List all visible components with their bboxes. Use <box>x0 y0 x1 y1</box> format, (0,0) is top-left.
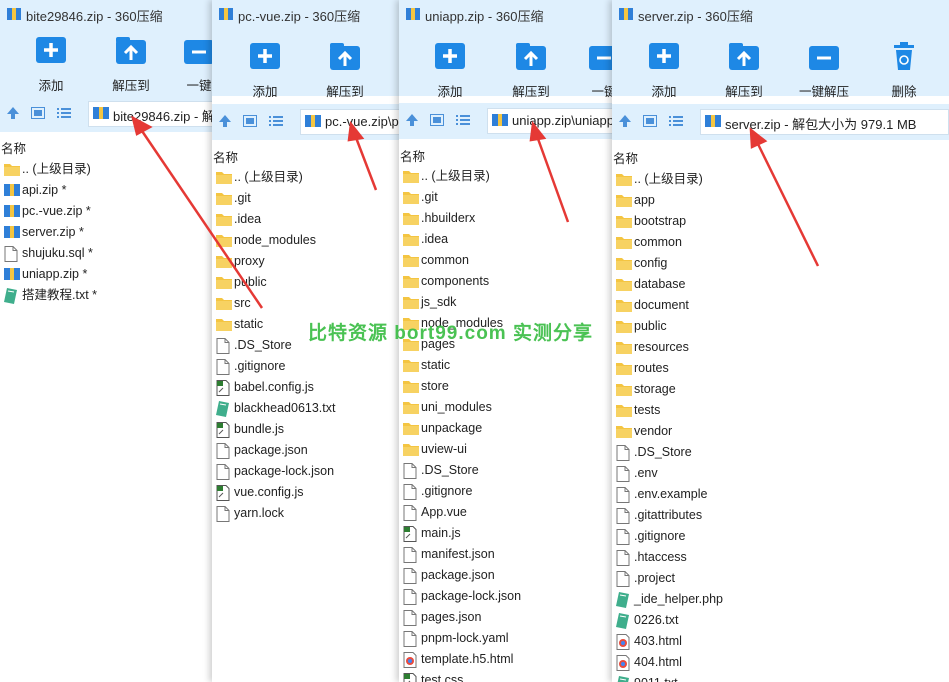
annotation-arrowhead <box>529 120 547 142</box>
annotation-arrow <box>138 127 264 309</box>
annotation-arrow <box>755 141 820 267</box>
annotation-arrow <box>353 134 378 191</box>
annotation-arrow <box>535 135 570 223</box>
annotation-arrowhead <box>749 127 768 149</box>
annotation-arrows <box>131 115 820 309</box>
annotation-arrowhead <box>131 115 153 136</box>
annotation-arrowhead <box>347 120 365 142</box>
